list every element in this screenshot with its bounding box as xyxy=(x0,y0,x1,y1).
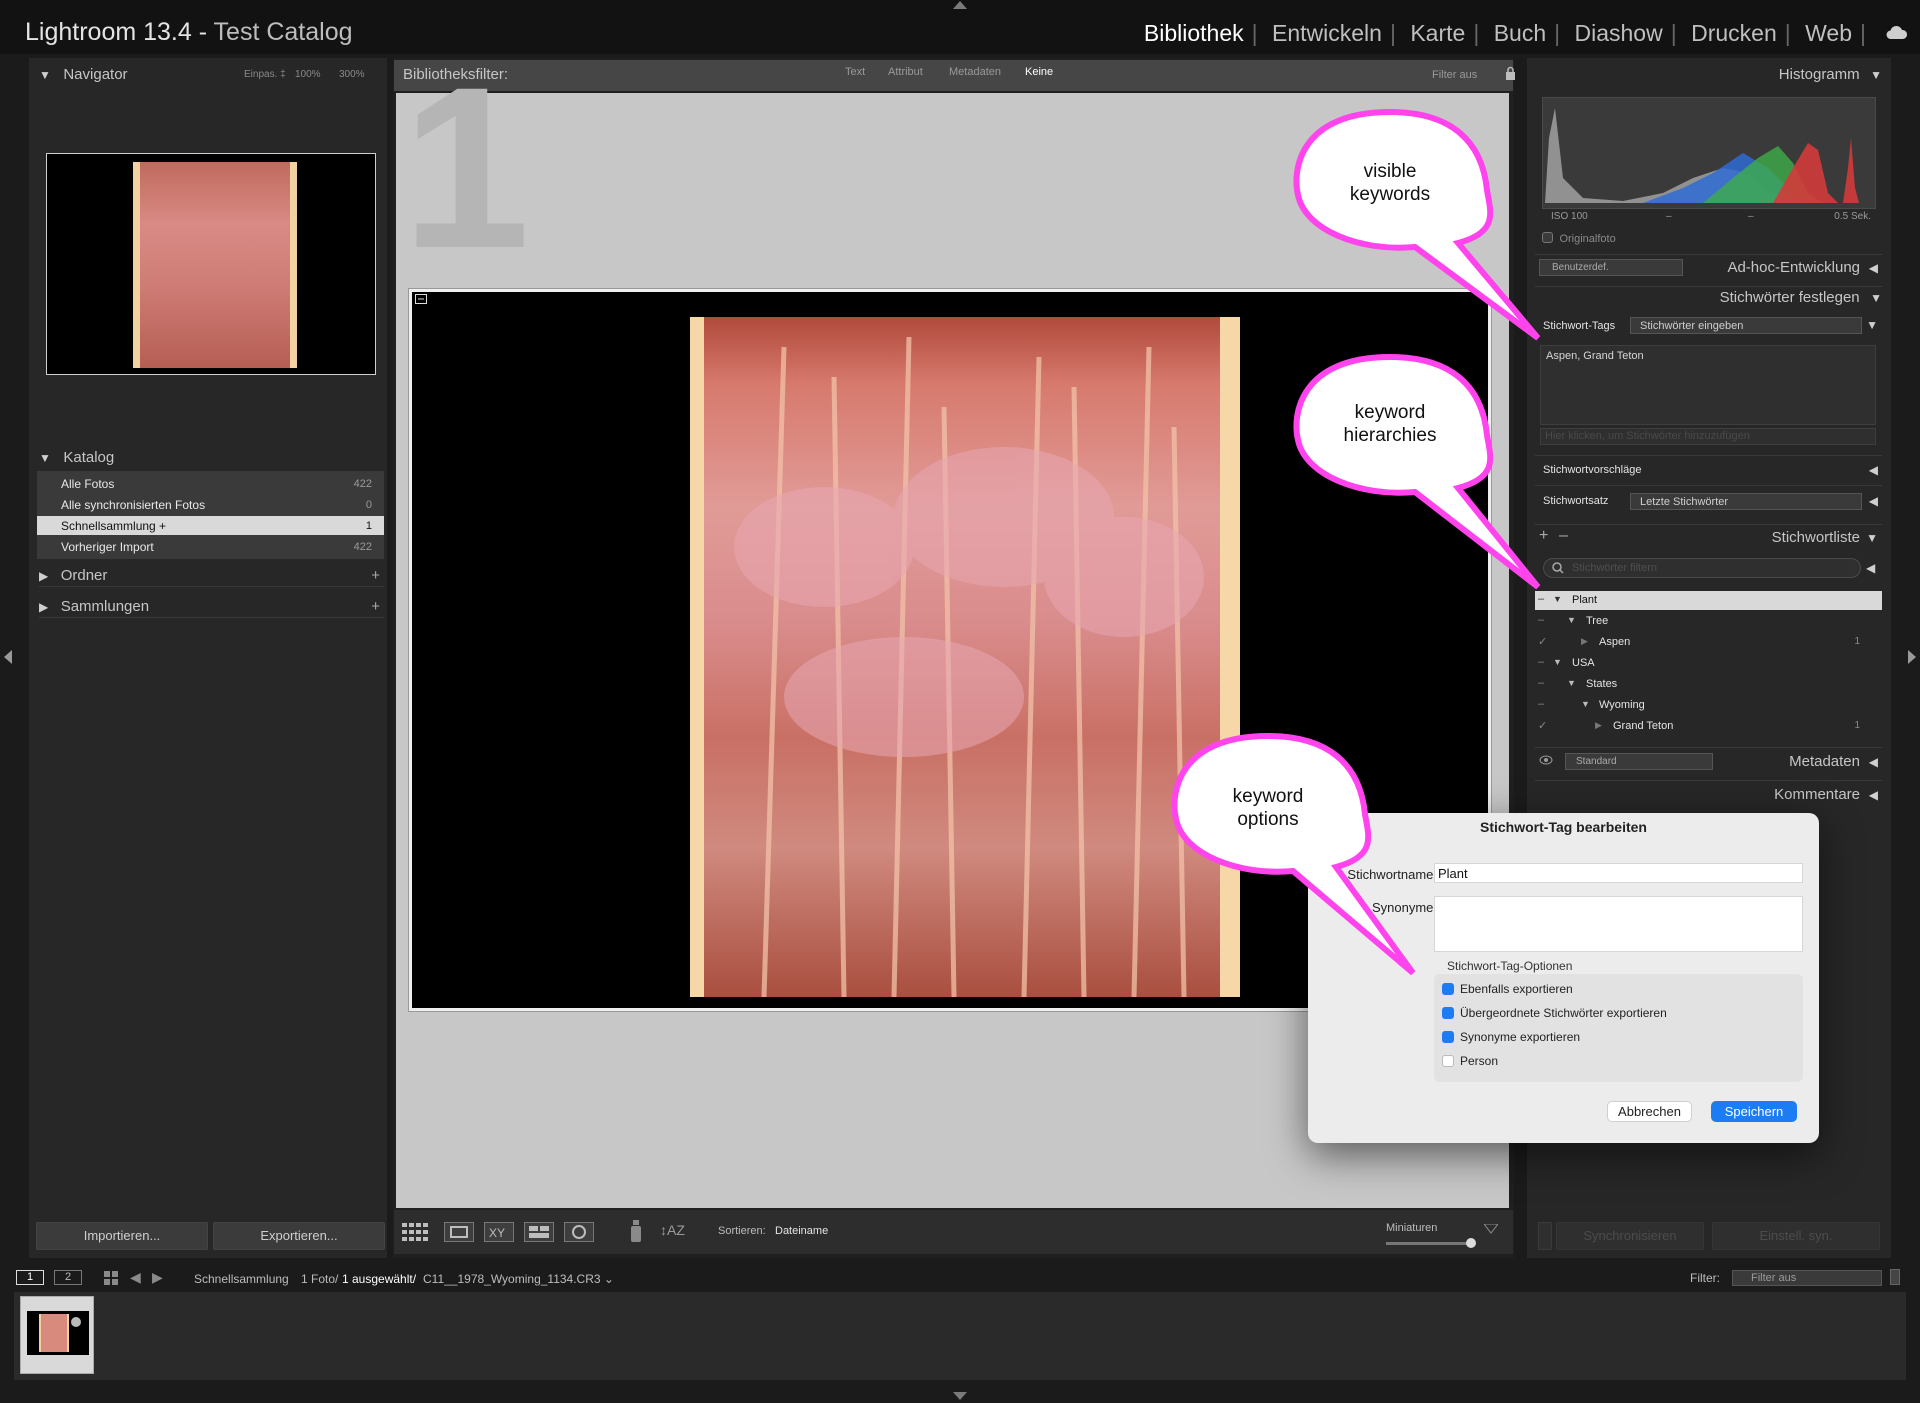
callout-keyword-hierarchies xyxy=(1293,353,1541,590)
annotation-callouts xyxy=(1171,108,1541,976)
callout-keyword-options xyxy=(1171,732,1416,976)
callout-text-keyword-options: keyword options xyxy=(1232,786,1304,830)
callout-text-keyword-hierarchies: keyword hierarchies xyxy=(1343,402,1437,446)
callout-visible-keywords xyxy=(1293,108,1541,341)
callout-text-visible-keywords: visible keywords xyxy=(1349,161,1431,205)
